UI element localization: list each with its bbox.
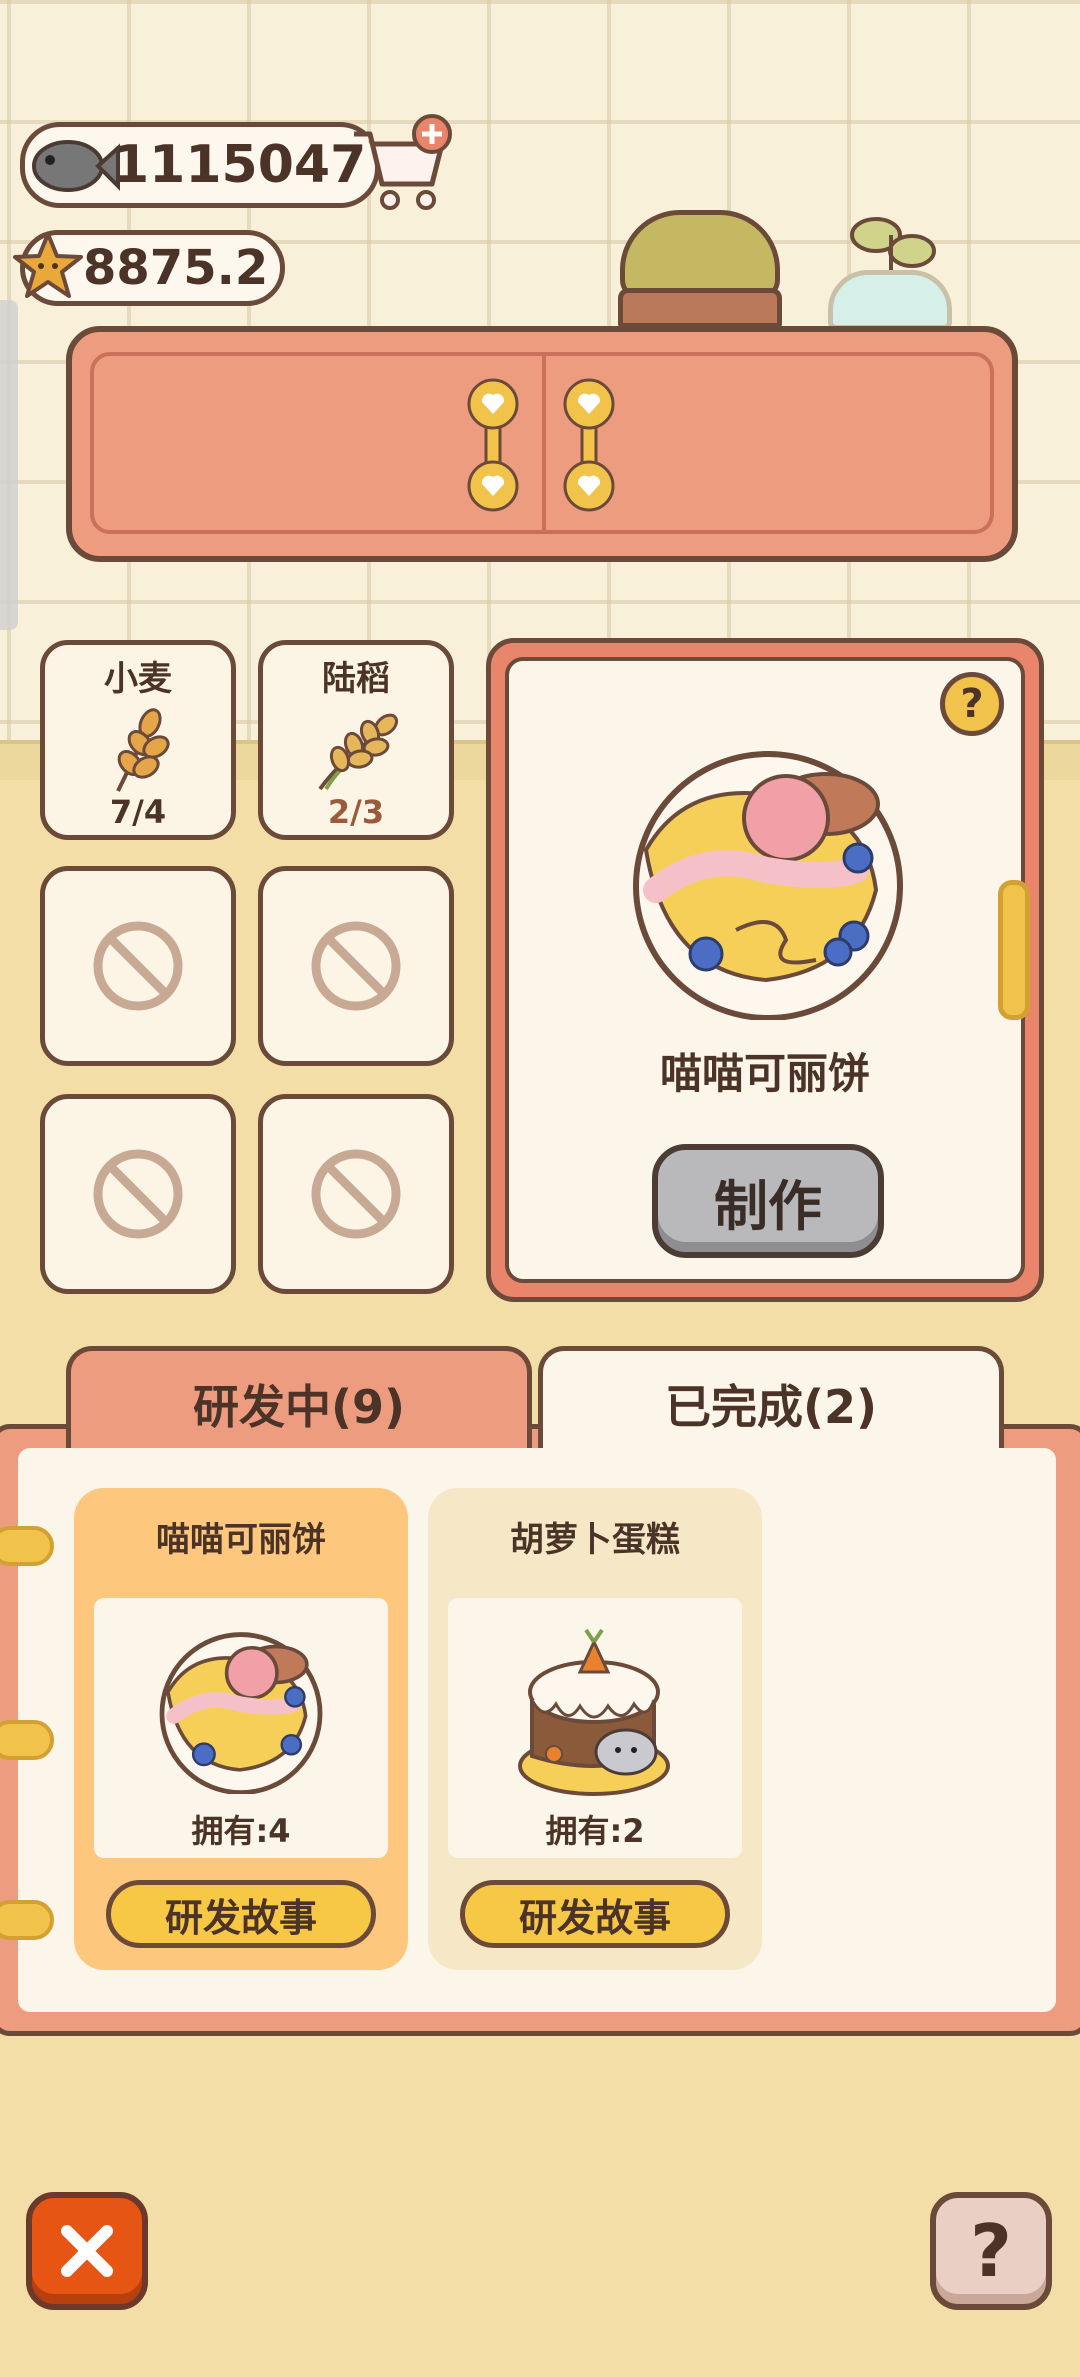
ingredient-slot-locked[interactable] — [258, 866, 454, 1066]
ingredient-name: 小麦 — [104, 659, 172, 699]
binder-ring — [0, 1720, 54, 1760]
card-title: 喵喵可丽饼 — [156, 1520, 326, 1560]
binder-ring — [0, 1526, 54, 1566]
tab-completed[interactable]: 已完成(2) — [538, 1346, 1004, 1456]
owned-count: 拥有:2 — [545, 1812, 645, 1850]
shop-cart-icon[interactable] — [346, 114, 456, 214]
make-button[interactable]: 制作 — [652, 1144, 884, 1258]
wheat-icon — [116, 708, 170, 792]
recipe-card[interactable]: 喵喵可丽饼 拥有:4 研发故事 — [74, 1488, 408, 1970]
carrot-cake-icon — [518, 1628, 670, 1796]
star-icon — [13, 232, 83, 298]
ingredient-slot-locked[interactable] — [40, 1094, 236, 1294]
ingredient-name: 陆稻 — [322, 659, 390, 699]
panel-latch — [998, 880, 1030, 1020]
close-button[interactable] — [26, 2192, 148, 2310]
tab-in-development[interactable]: 研发中(9) — [66, 1346, 532, 1456]
owned-count: 拥有:4 — [191, 1812, 291, 1850]
crepe-icon — [159, 1632, 323, 1794]
story-button[interactable]: 研发故事 — [106, 1880, 376, 1948]
plant-pot-decor — [618, 288, 782, 328]
recipe-card[interactable]: 胡萝卜蛋糕 拥有:2 研发故事 — [428, 1488, 762, 1970]
rice-icon — [318, 713, 399, 791]
ingredient-count: 7/4 — [109, 793, 167, 831]
ingredient-slot-rice[interactable]: 陆稻 2/3 — [258, 640, 454, 840]
bush-plant-decor — [620, 210, 780, 300]
binder-ring — [0, 1900, 54, 1940]
ingredient-slot-locked[interactable] — [258, 1094, 454, 1294]
ban-icon — [93, 1149, 183, 1239]
card-title: 胡萝卜蛋糕 — [510, 1520, 680, 1560]
fish-icon — [32, 140, 120, 192]
edge-handle[interactable] — [0, 300, 18, 630]
story-button[interactable]: 研发故事 — [460, 1880, 730, 1948]
glass-jar-decor — [828, 270, 952, 330]
heart-handles-icon — [467, 378, 615, 512]
help-button[interactable]: ? — [930, 2192, 1052, 2310]
ban-icon — [311, 1149, 401, 1239]
ingredient-slot-locked[interactable] — [40, 866, 236, 1066]
ingredient-count: 2/3 — [327, 793, 385, 831]
recipe-name: 喵喵可丽饼 — [659, 1049, 870, 1098]
ban-icon — [311, 921, 401, 1011]
recipe-help-button[interactable]: ? — [940, 672, 1004, 736]
close-icon — [61, 2225, 113, 2277]
ban-icon — [93, 921, 183, 1011]
fish-amount: 1115047 — [113, 135, 367, 195]
crepe-icon — [633, 751, 903, 1020]
ingredient-slot-wheat[interactable]: 小麦 7/4 — [40, 640, 236, 840]
star-amount: 8875.2 — [83, 240, 269, 296]
